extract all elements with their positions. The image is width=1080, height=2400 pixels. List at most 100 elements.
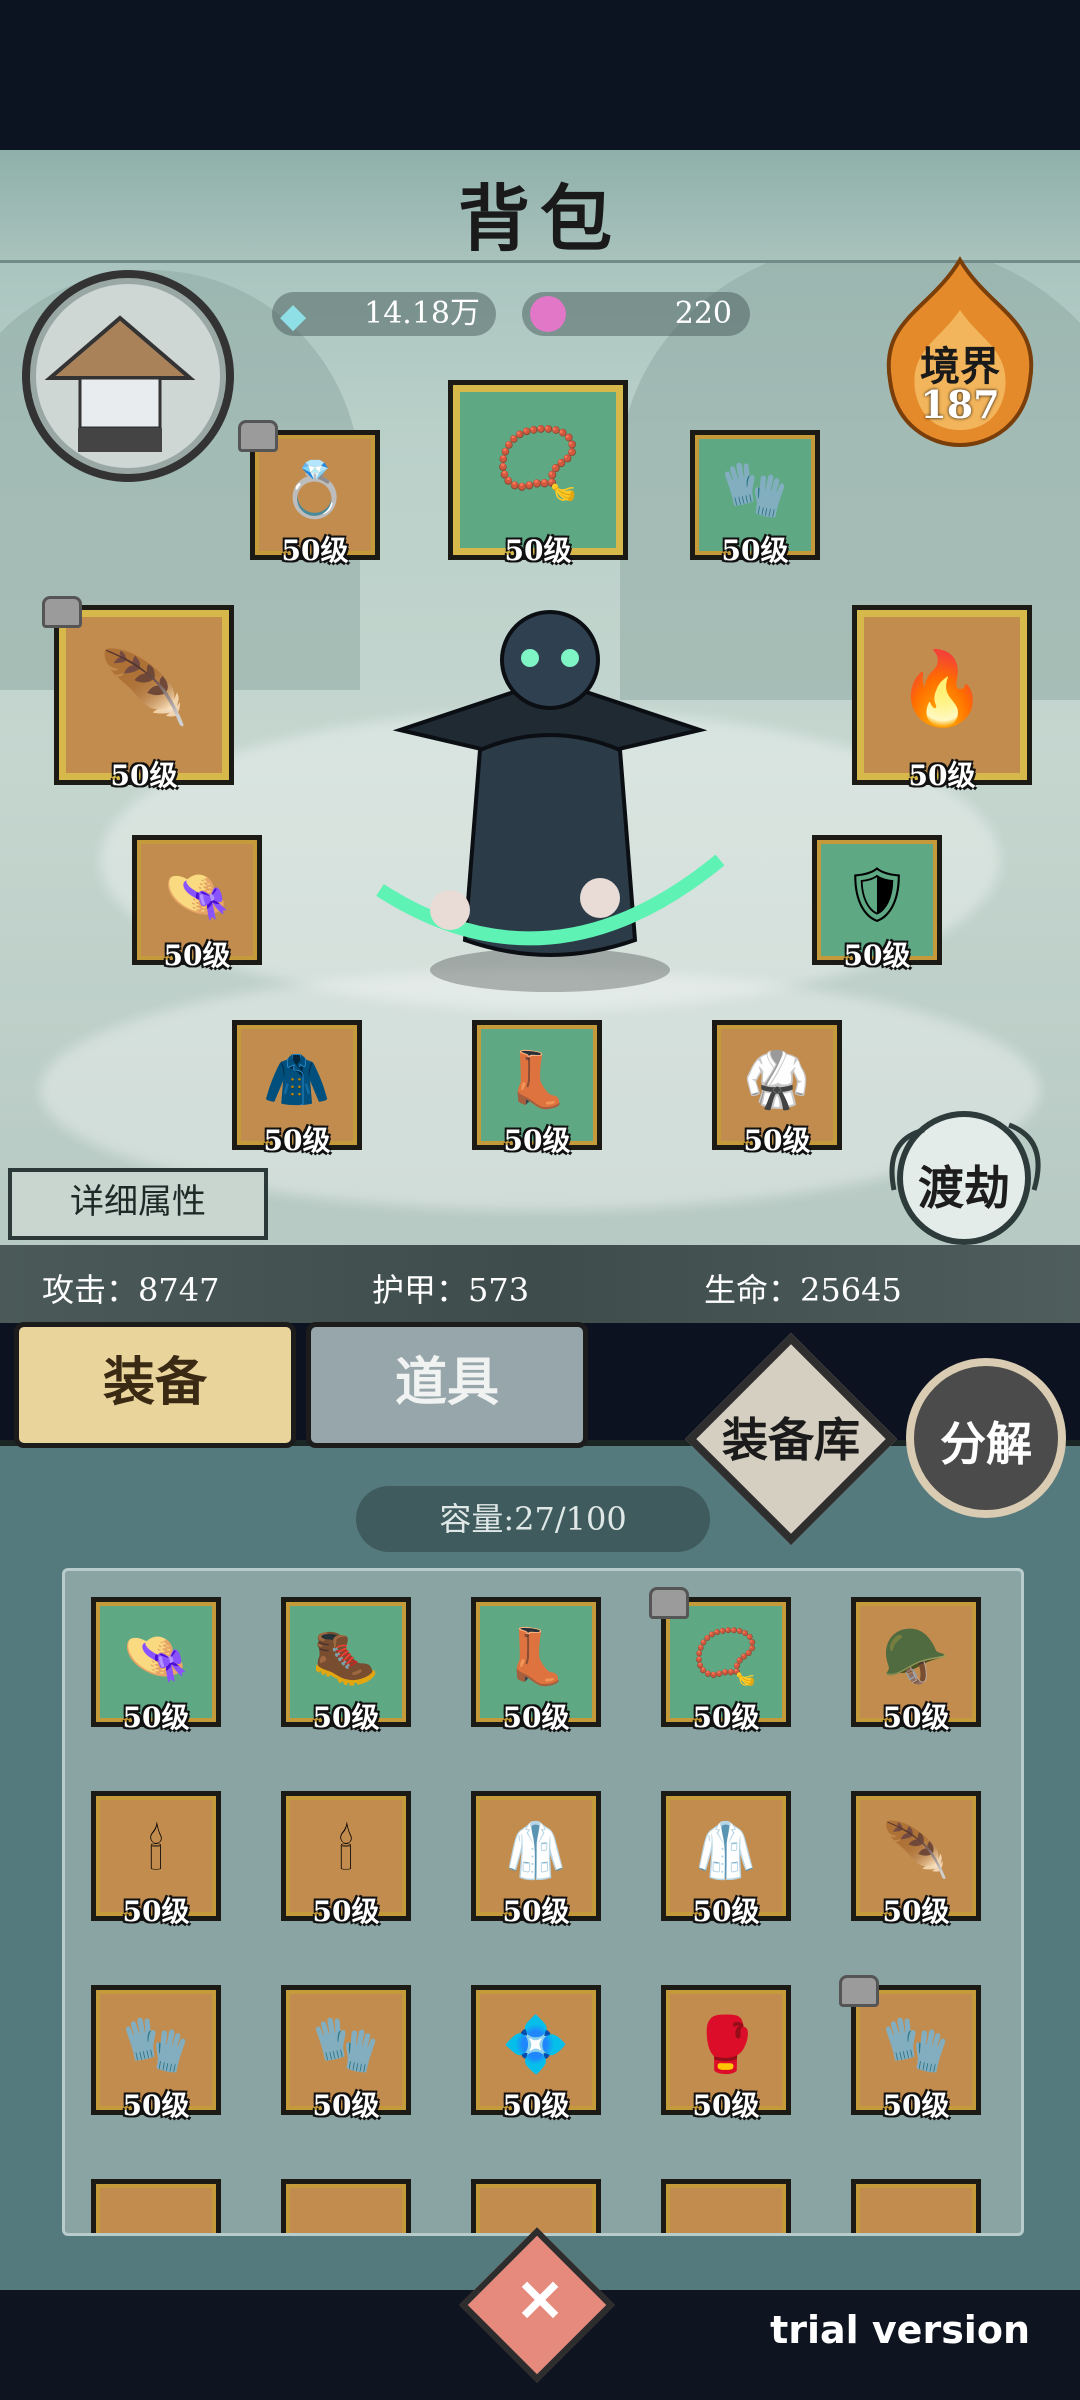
inventory-item[interactable]: 👒 50级 — [91, 1597, 221, 1734]
level-label: 50级 — [502, 1895, 570, 1928]
inventory-item[interactable] — [281, 2179, 411, 2233]
armor-boots-icon: 🥾 — [312, 1625, 380, 1689]
inventory-item[interactable]: 🕯 50级 — [91, 1791, 221, 1928]
level-label: 50级 — [122, 1701, 190, 1734]
detail-attributes-button[interactable]: 详细属性 — [8, 1168, 268, 1240]
level-label: 50级 — [122, 2089, 190, 2122]
inventory-item[interactable]: 🥾 50级 — [281, 1597, 411, 1734]
level-label: 50级 — [692, 1701, 760, 1734]
status-bar-area — [0, 0, 1080, 150]
tribulation-label: 渡劫 — [918, 1161, 1010, 1215]
level-label: 50级 — [263, 1124, 331, 1157]
lock-icon — [839, 1975, 879, 2007]
inventory-item[interactable]: 🕯 50级 — [281, 1791, 411, 1928]
realm-value: 187 — [920, 382, 1000, 427]
glove-icon: 🧤 — [721, 458, 789, 522]
feather-icon: 🪶 — [99, 646, 189, 731]
level-label: 50级 — [312, 2089, 380, 2122]
decompose-button[interactable]: 分解 — [906, 1358, 1066, 1518]
inventory-item[interactable]: 🧤 50级 — [91, 1985, 221, 2122]
level-label: 50级 — [882, 2089, 950, 2122]
hat-icon: 👒 — [163, 863, 231, 927]
pig-currency: 220 — [522, 292, 750, 336]
inventory-item[interactable]: 👢 50级 — [471, 1597, 601, 1734]
level-label: 50级 — [503, 1124, 571, 1157]
trial-watermark: trial version — [770, 2308, 1030, 2352]
tribulation-button[interactable]: 渡劫 — [874, 1100, 1054, 1250]
level-label: 50级 — [163, 939, 231, 972]
equip-slot-gloves[interactable]: 🧤 50级 — [690, 430, 820, 567]
equip-slot-bracer[interactable]: 🛡 50级 — [812, 835, 942, 972]
decompose-label: 分解 — [940, 1417, 1032, 1471]
blue-bracer-icon: 💠 — [502, 2013, 570, 2077]
equip-slot-armor[interactable]: 🧥 50级 — [232, 1020, 362, 1157]
inventory-item[interactable]: 🥊 50级 — [661, 1985, 791, 2122]
level-label: 50级 — [110, 759, 178, 792]
stat-attack: 攻击：8747 — [42, 1271, 220, 1309]
jade-currency: ◆ 14.18万 — [272, 292, 496, 336]
capacity-label: 容量:27/100 — [356, 1486, 710, 1552]
robe-icon: 🥼 — [692, 1819, 760, 1883]
inventory-item[interactable] — [661, 2179, 791, 2233]
flame-talisman-icon: 🕯 — [148, 1819, 164, 1883]
level-label: 50级 — [843, 939, 911, 972]
tab-items[interactable]: 道具 — [306, 1322, 588, 1448]
white-glove-icon: 🧤 — [882, 2013, 950, 2077]
skirt-icon: 🥋 — [743, 1048, 811, 1112]
equip-slot-feather[interactable]: 🪶 50级 — [54, 605, 234, 792]
lock-icon — [238, 420, 278, 452]
inventory-item[interactable] — [91, 2179, 221, 2233]
stat-armor: 护甲：573 — [372, 1271, 530, 1309]
character-model — [360, 580, 740, 1000]
gauntlet-icon: 🥊 — [692, 2013, 760, 2077]
player-avatar[interactable] — [22, 270, 234, 482]
boots-icon: 👢 — [503, 1048, 571, 1112]
tab-equipment[interactable]: 装备 — [14, 1322, 296, 1448]
pig-icon — [530, 296, 566, 332]
straw-hat-icon — [44, 315, 196, 452]
level-label: 50级 — [721, 534, 789, 567]
feather-cloak-icon: 🪶 — [882, 1819, 950, 1883]
boots-icon: 👢 — [502, 1625, 570, 1689]
level-label: 50级 — [908, 759, 976, 792]
level-label: 50级 — [122, 1895, 190, 1928]
jade-amount: 14.18万 — [364, 296, 480, 331]
ring-icon: 💍 — [281, 458, 349, 522]
robe-icon: 🧥 — [263, 1048, 331, 1112]
flame-talisman-icon: 🕯 — [338, 1819, 354, 1883]
bracer-icon: 🧤 — [122, 2013, 190, 2077]
equip-slot-necklace[interactable]: 📿 50级 — [448, 380, 628, 567]
level-label: 50级 — [281, 534, 349, 567]
inventory-item[interactable]: 🧤 50级 — [281, 1985, 411, 2122]
jade-icon: ◆ — [280, 296, 307, 336]
inventory-item[interactable]: 🥼 50级 — [661, 1791, 791, 1928]
dark-warrior-icon — [376, 610, 725, 992]
equip-slot-orb[interactable]: 🔥 50级 — [852, 605, 1032, 792]
level-label: 50级 — [882, 1701, 950, 1734]
inventory-item[interactable]: 🪶 50级 — [851, 1791, 981, 1928]
pig-amount: 220 — [674, 296, 732, 331]
level-label: 50级 — [312, 1895, 380, 1928]
level-label: 50级 — [502, 2089, 570, 2122]
stat-life: 生命：25645 — [704, 1271, 902, 1309]
equip-slot-boots[interactable]: 👢 50级 — [472, 1020, 602, 1157]
level-label: 50级 — [743, 1124, 811, 1157]
equip-slot-hat[interactable]: 👒 50级 — [132, 835, 262, 972]
inventory-item[interactable] — [851, 2179, 981, 2233]
level-label: 50级 — [692, 2089, 760, 2122]
bracer-icon: 🧤 — [312, 2013, 380, 2077]
level-label: 50级 — [502, 1701, 570, 1734]
inventory-item[interactable]: 💠 50级 — [471, 1985, 601, 2122]
inventory-item[interactable]: 🥼 50级 — [471, 1791, 601, 1928]
inventory-grid: 👒 50级 🥾 50级 👢 50级 📿 50级 🪖 50级 🕯 50级 🕯 50级 🥼 50级 … — [62, 1568, 1024, 2236]
stats-bar: 攻击：8747 护甲：573 生命：25645 — [0, 1245, 1080, 1323]
level-label: 50级 — [312, 1701, 380, 1734]
level-label: 50级 — [692, 1895, 760, 1928]
inventory-item[interactable]: 🪖 50级 — [851, 1597, 981, 1734]
straw-hat-icon: 🪖 — [882, 1625, 950, 1689]
necklace-icon: 📿 — [692, 1625, 760, 1689]
equip-slot-belt[interactable]: 🥋 50级 — [712, 1020, 842, 1157]
realm-badge[interactable]: 境界 187 — [860, 250, 1060, 450]
robe-icon: 🥼 — [502, 1819, 570, 1883]
close-icon: ✕ — [515, 2266, 565, 2335]
